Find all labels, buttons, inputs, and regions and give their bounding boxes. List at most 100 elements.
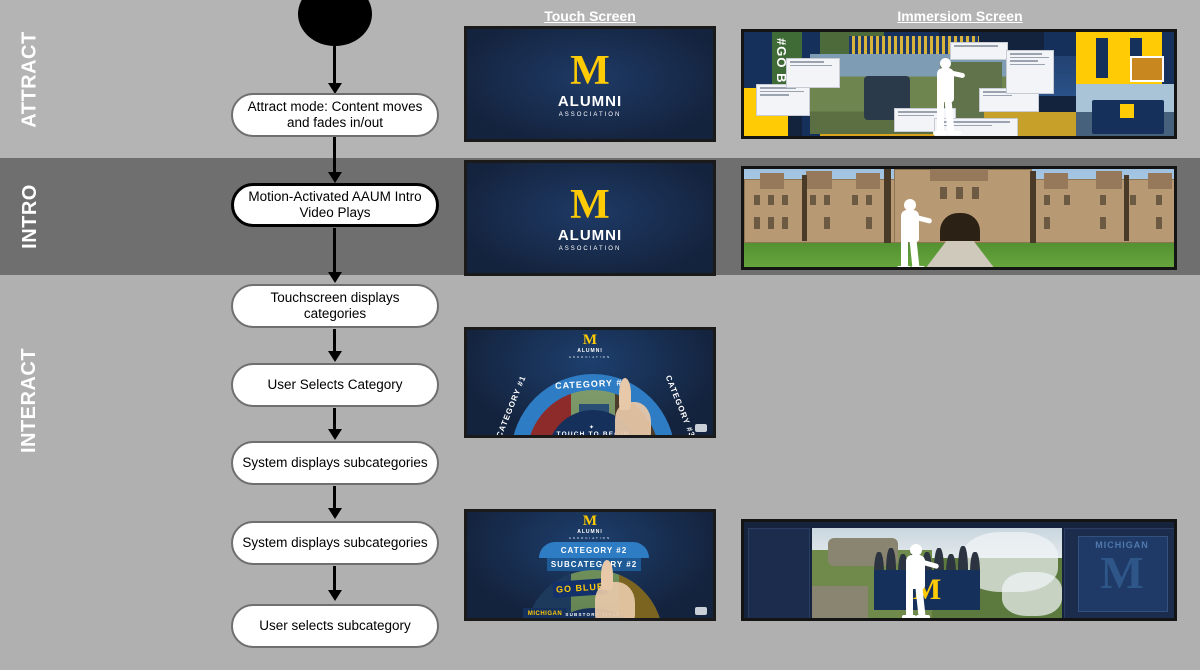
photo-window <box>1100 195 1106 205</box>
photo-window <box>824 195 830 205</box>
photo-window <box>810 195 816 205</box>
photo-window <box>940 187 947 199</box>
flow-node-display-categories[interactable]: Touchscreen displays categories <box>231 284 439 328</box>
screen-touch-intro: M ALUMNI ASSOCIATION <box>464 160 716 276</box>
block-m-icon: M <box>570 48 610 94</box>
hashtag-overlay: #GO B <box>774 38 789 84</box>
block-m-icon: M <box>570 182 610 228</box>
arrow-display-subcats-1-to-display-subcats-2 <box>327 486 342 519</box>
visitor-silhouette-foot <box>933 131 947 135</box>
photo-tree <box>802 175 807 241</box>
block-m-icon: M <box>582 513 598 529</box>
cc-badge-icon <box>695 424 707 432</box>
photo-building-gable <box>806 171 832 189</box>
lane-label-attract-text: ATTRACT <box>18 30 41 128</box>
photo-window <box>782 217 788 229</box>
arrow-start-to-attract-mode <box>327 46 342 94</box>
photo-window <box>1130 195 1136 205</box>
photo-window <box>866 217 872 229</box>
photo-building-gable <box>1096 171 1122 189</box>
aaum-logo-attract: M ALUMNI ASSOCIATION <box>467 48 713 118</box>
screen-touch-subcategories: M ALUMNI ASSOCIATION CATEGORY #2 SUBCATE… <box>464 509 716 621</box>
alumni-wordmark: ALUMNI <box>577 348 603 354</box>
wall-side-panel-left <box>748 528 810 618</box>
photo-window <box>956 187 963 199</box>
social-post-card <box>1006 50 1054 94</box>
collage-tile <box>1096 38 1108 78</box>
photo-window <box>972 187 979 199</box>
selected-category-banner[interactable]: CATEGORY #2 <box>539 542 649 558</box>
alumni-wordmark: ALUMNI <box>557 226 623 244</box>
photo-window <box>754 195 760 205</box>
photo-tower-roof <box>930 169 988 181</box>
photo-tree <box>1030 171 1036 243</box>
flow-node-attract-mode[interactable]: Attract mode: Content moves and fades in… <box>231 93 439 137</box>
collage-wall: #GO B <box>744 32 1174 136</box>
block-m-icon: M <box>582 332 598 348</box>
flow-node-attract-mode-label: Attract mode: Content moves and fades in… <box>247 98 423 130</box>
lane-label-attract: ATTRACT <box>0 0 60 158</box>
collage-tile <box>1162 32 1174 84</box>
photo-window <box>768 217 774 229</box>
flow-node-display-subcats-1-label: System displays subcategories <box>242 454 428 470</box>
flow-node-display-subcats-2-label: System displays subcategories <box>242 534 428 550</box>
photo-window <box>1100 217 1106 229</box>
column-header-immersion-screen: Immersiom Screen <box>897 8 1023 24</box>
photo-michigan-banner: M <box>874 570 980 610</box>
aaum-logo-subcategories: M ALUMNI ASSOCIATION <box>467 513 713 541</box>
pointing-finger <box>601 560 613 590</box>
lane-label-intro-text: INTRO <box>18 184 41 249</box>
photo-building-gable <box>760 173 784 189</box>
machu-picchu-photo: M <box>812 528 1062 618</box>
photo-building-gable <box>1148 173 1172 189</box>
photo-ruins <box>812 586 868 618</box>
alumni-wordmark: ALUMNI <box>577 529 603 535</box>
visitor-silhouette-leg <box>901 240 908 267</box>
photo-window <box>1044 217 1050 229</box>
flow-node-select-subcategory[interactable]: User selects subcategory <box>231 604 439 648</box>
visitor-silhouette-foot <box>947 131 961 135</box>
wall-michigan-block-m: M <box>1100 547 1144 598</box>
screen-touch-attract: M ALUMNI ASSOCIATION <box>464 26 716 142</box>
lane-label-intro: INTRO <box>0 158 60 275</box>
screen-immersion-attract: #GO B <box>741 29 1177 139</box>
photo-window <box>1044 195 1050 205</box>
photo-window <box>754 217 760 229</box>
arrow-intro-video-to-display-categories <box>327 228 342 283</box>
aaum-logo-intro: M ALUMNI ASSOCIATION <box>467 182 713 251</box>
alumni-wordmark: ALUMNI <box>557 92 623 110</box>
association-wordmark: ASSOCIATION <box>568 355 612 359</box>
photo-building-gable <box>1044 173 1068 189</box>
lane-label-interact: INTERACT <box>0 275 60 525</box>
arrow-display-subcats-2-to-select-subcategory <box>327 566 342 601</box>
visitor-silhouette-leg <box>937 100 944 133</box>
flow-node-display-subcats-2[interactable]: System displays subcategories <box>231 521 439 565</box>
arrow-display-categories-to-select-category <box>327 329 342 362</box>
social-post-card <box>950 42 1008 60</box>
visitor-silhouette-leg <box>906 587 913 617</box>
photo-window <box>866 195 872 205</box>
flow-node-display-subcats-1[interactable]: System displays subcategories <box>231 441 439 485</box>
wheel-center-marker: ✦ <box>589 425 595 431</box>
screen-immersion-subcategories: MICHIGAN M M <box>741 519 1177 621</box>
social-post-card <box>756 84 810 116</box>
photo-window <box>824 217 830 229</box>
flow-node-intro-video[interactable]: Motion-Activated AAUM Intro Video Plays <box>231 183 439 227</box>
column-header-touch-screen: Touch Screen <box>544 8 636 24</box>
visitor-silhouette-foot <box>902 615 916 618</box>
flow-node-select-category[interactable]: User Selects Category <box>231 363 439 407</box>
photo-building-gable <box>856 173 880 189</box>
social-post-card <box>786 58 840 88</box>
association-wordmark: ASSOCIATION <box>568 536 612 540</box>
campus-quad-photo <box>744 169 1174 267</box>
flow-node-display-categories-label: Touchscreen displays categories <box>270 289 400 321</box>
photo-window <box>1064 195 1070 205</box>
pointing-finger <box>619 378 631 410</box>
association-wordmark: ASSOCIATION <box>558 111 622 118</box>
photo-archway <box>940 213 980 241</box>
cc-badge-icon <box>695 607 707 615</box>
visitor-silhouette-foot <box>897 266 911 267</box>
photo-mist <box>1002 572 1062 616</box>
arrow-select-category-to-display-subcats-1 <box>327 408 342 440</box>
photo-window <box>1156 217 1162 229</box>
